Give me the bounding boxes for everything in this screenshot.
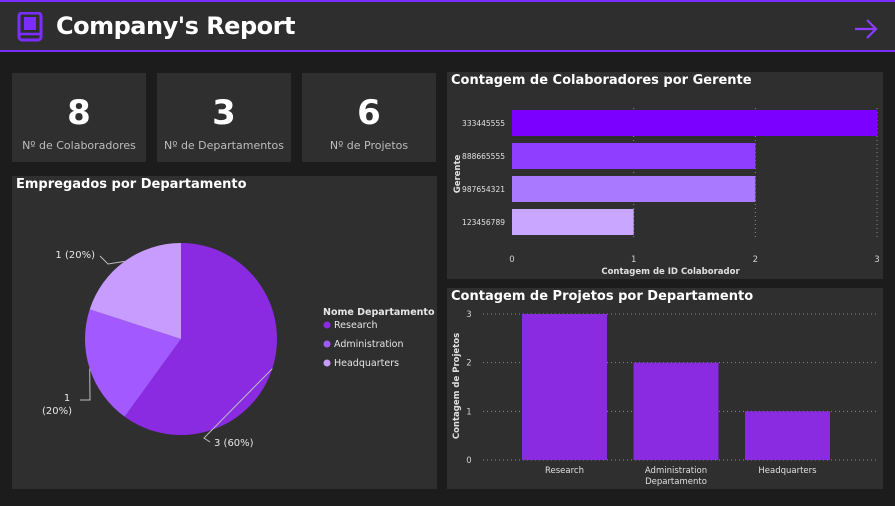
kpi-card-projetos: 6 Nº de Projetos — [302, 73, 436, 162]
x-tick-label: Headquarters — [758, 466, 817, 476]
legend-title: Nome Departamento — [323, 307, 435, 318]
bar-headquarters — [745, 411, 830, 460]
kpi-value: 8 — [67, 93, 91, 133]
manager-bar-chart-panel: Contagem de Colaboradores por Gerente 01… — [447, 72, 883, 279]
x-tick-label: Administration — [645, 466, 707, 476]
kpi-value: 3 — [212, 93, 236, 133]
pie-data-label: 3 (60%) — [214, 438, 254, 449]
project-bar-chart: 0 1 2 3 Research Administration Headquarters De… — [452, 310, 877, 487]
pie-data-label: 1 — [64, 393, 70, 404]
header-bar: Company's Report — [0, 0, 895, 52]
bar-research — [522, 314, 607, 460]
y-axis-label: Contagem de Projetos — [452, 333, 462, 439]
pie-data-label: 1 (20%) — [55, 250, 95, 261]
pie-data-label: (20%) — [42, 406, 72, 417]
legend-marker — [323, 321, 331, 329]
bar-987654321 — [512, 176, 756, 202]
x-tick-label: Research — [545, 466, 584, 476]
pie-chart: 3 (60%) 1 (20%) 1 (20%) Nome Departamento Res… — [42, 243, 435, 449]
kpi-value: 6 — [357, 93, 381, 133]
project-bar-chart-panel: Contagem de Projetos por Departamento 01… — [447, 288, 883, 489]
x-tick-label: 1 — [631, 255, 636, 265]
x-tick-label: 0 — [509, 255, 514, 265]
kpi-label: Nº de Projetos — [329, 139, 409, 152]
y-tick-label: 0 — [466, 456, 471, 466]
pie-leader-line — [99, 255, 125, 265]
kpi-card-departamentos: 3 Nº de Departamentos — [157, 73, 291, 162]
legend-item-administration: Administration — [334, 339, 404, 350]
kpi-label: Nº de Departamentos — [164, 139, 284, 152]
y-tick-label: 3 — [466, 310, 471, 320]
kpi-card-colaboradores: 8 Nº de Colaboradores — [12, 73, 146, 162]
x-tick-label: 2 — [753, 255, 758, 265]
y-tick-label: 1 — [466, 407, 471, 417]
y-tick-label: 987654321 — [462, 185, 505, 194]
x-axis-label: Departamento — [645, 477, 707, 487]
x-tick-label: 3 — [874, 255, 879, 265]
bar-333445555 — [512, 110, 877, 136]
y-tick-label: 2 — [466, 359, 471, 369]
bar-123456789 — [512, 209, 634, 235]
legend-item-headquarters: Headquarters — [334, 358, 399, 369]
y-tick-label: 888665555 — [462, 152, 505, 161]
pie-chart-panel: Empregados por Departamento 3 (60%) 1 (20%… — [12, 176, 437, 489]
y-tick-label: 123456789 — [462, 218, 505, 227]
x-axis-label: Contagem de ID Colaborador — [601, 267, 740, 277]
kpi-label: Nº de Colaboradores — [22, 139, 136, 152]
legend-marker — [323, 340, 331, 348]
arrow-right-icon[interactable] — [853, 18, 879, 40]
bar-administration — [633, 362, 719, 460]
page-title: Company's Report — [56, 12, 295, 40]
manager-bar-chart: 0 1 2 3 333445555 888665555 987654321 123456789… — [453, 108, 880, 277]
legend-marker — [323, 359, 331, 367]
bar-888665555 — [512, 143, 756, 169]
pie-leader-line — [80, 368, 91, 401]
book-icon — [17, 12, 43, 42]
legend-item-research: Research — [334, 320, 378, 331]
y-axis-label: Gerente — [453, 154, 463, 193]
y-tick-label: 333445555 — [462, 119, 505, 128]
